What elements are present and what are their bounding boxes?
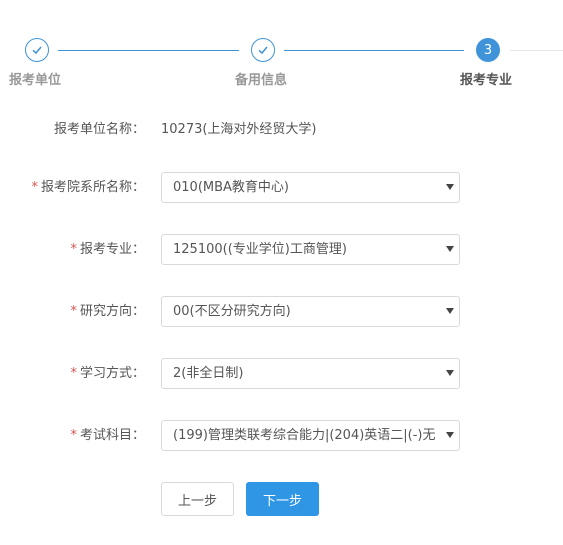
subjects-select[interactable]: (199)管理类联考综合能力|(204)英语二|(-)无 [161,420,460,451]
step-2-label: 备用信息 [235,73,288,88]
direction-select-value: 00(不区分研究方向) [173,304,291,319]
required-mark: * [70,366,77,381]
required-mark: * [70,242,77,257]
department-select[interactable]: 010(MBA教育中心) [161,172,460,203]
major-label: * 报考专业： [70,240,145,260]
direction-label-text: 研究方向： [79,304,145,319]
unit-name-label: 报考单位名称： [53,122,145,137]
caret-down-icon [446,308,454,314]
step-3-label: 报考专业 [460,73,513,88]
caret-down-icon [446,246,454,252]
study-mode-select-value: 2(非全日制) [173,366,244,381]
next-step-button[interactable]: 下一步 [246,482,319,516]
prev-step-button[interactable]: 上一步 [161,482,234,516]
step-connector-2 [284,50,464,51]
required-mark: * [70,304,77,319]
required-mark: * [70,428,77,443]
study-mode-select[interactable]: 2(非全日制) [161,358,460,389]
check-icon [258,46,268,55]
step-1-label: 报考单位 [9,73,62,88]
caret-down-icon [446,432,454,438]
step-connector-pending [510,50,563,51]
department-select-value: 010(MBA教育中心) [173,180,289,195]
check-icon [32,46,42,55]
direction-label: * 研究方向： [70,302,145,322]
major-select-value: 125100((专业学位)工商管理) [173,242,347,257]
subjects-select-value: (199)管理类联考综合能力|(204)英语二|(-)无 [173,428,436,443]
step-2-check-icon [251,38,275,62]
study-mode-label: * 学习方式： [70,364,145,384]
unit-name-value: 10273(上海对外经贸大学) [161,122,317,137]
department-label-text: 报考院系所名称： [40,180,145,195]
caret-down-icon [446,370,454,376]
subjects-label-text: 考试科目： [79,428,145,443]
major-select[interactable]: 125100((专业学位)工商管理) [161,234,460,265]
step-progress: 3 报考单位 备用信息 报考专业 [0,0,563,100]
step-3-number: 3 [476,38,500,62]
step-1-check-icon [25,38,49,62]
major-label-text: 报考专业： [79,242,145,257]
required-mark: * [31,180,38,195]
step-connector-1 [58,50,239,51]
study-mode-label-text: 学习方式： [79,366,145,381]
caret-down-icon [446,184,454,190]
department-label: * 报考院系所名称： [31,178,145,198]
subjects-label: * 考试科目： [70,426,145,446]
direction-select[interactable]: 00(不区分研究方向) [161,296,460,327]
